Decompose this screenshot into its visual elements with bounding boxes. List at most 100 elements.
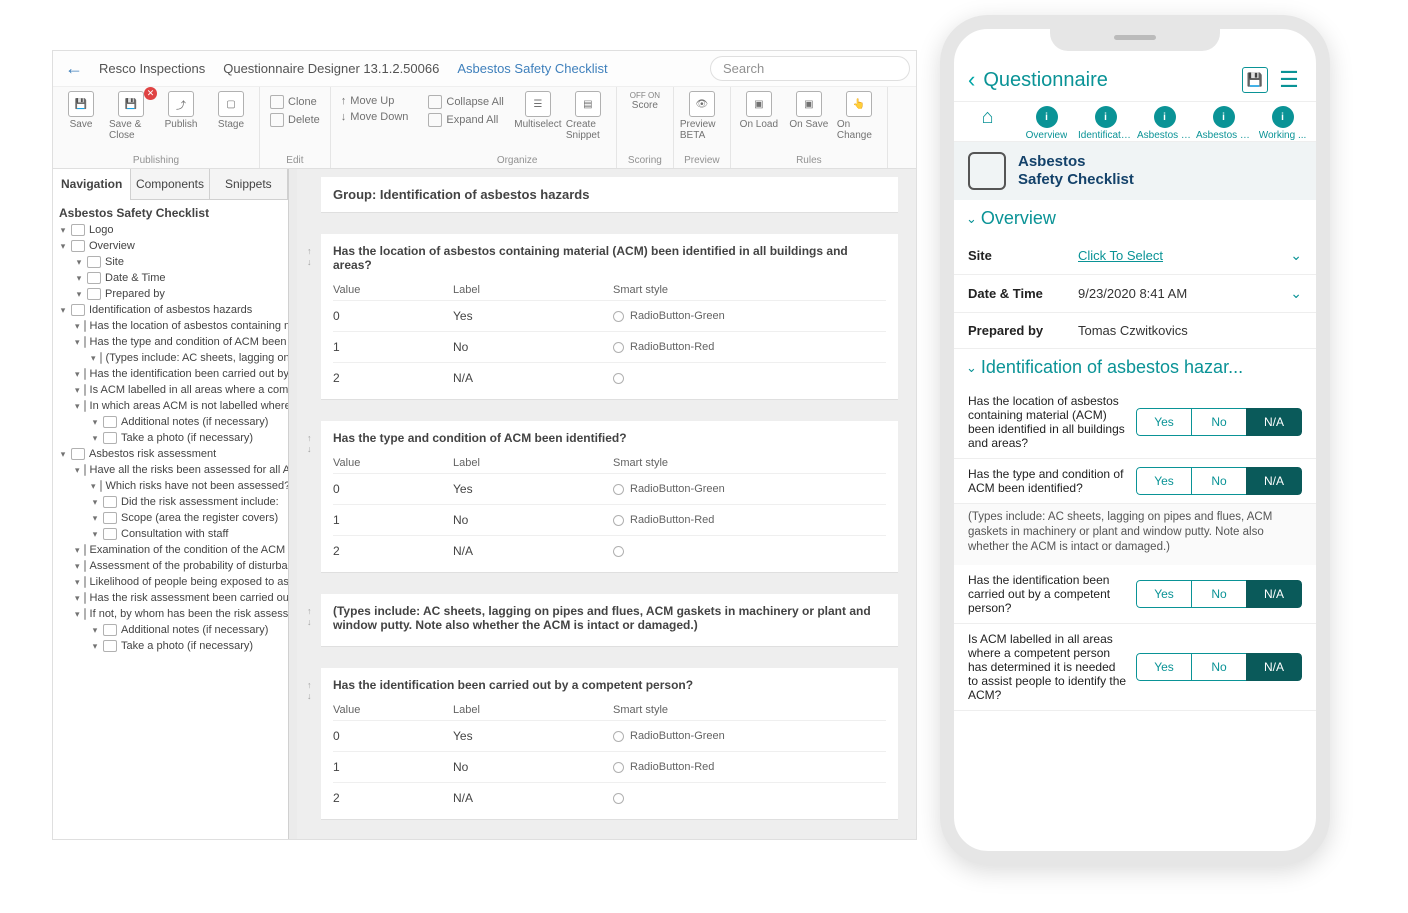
tree-node[interactable]: ▾Prepared by [53,286,288,302]
field-date[interactable]: Date & Time9/23/2020 8:41 AM⌄ [954,275,1316,313]
tree-node[interactable]: ▾Is ACM labelled in all areas where a co… [53,382,288,398]
onsave-button[interactable]: ▣On Save [787,91,831,141]
preview-button[interactable]: 👁Preview BETA [680,91,724,141]
tree-toggle-icon[interactable]: ▾ [59,449,67,460]
segment-yes[interactable]: Yes [1136,467,1192,495]
segment-n/a[interactable]: N/A [1246,408,1302,436]
segment-yes[interactable]: Yes [1136,408,1192,436]
phone-tab[interactable]: iWorking ... [1255,106,1310,141]
question-card[interactable]: ↑↓(Types include: AC sheets, lagging on … [321,594,898,646]
collapse-all-button[interactable]: Collapse All [428,95,503,109]
tree-node[interactable]: ▾Logo [53,222,288,238]
phone-tab[interactable]: iAsbestos re... [1196,106,1251,141]
tree-toggle-icon[interactable]: ▾ [75,561,80,572]
breadcrumb-app[interactable]: Resco Inspections [99,61,205,76]
tree-node[interactable]: ▾In which areas ACM is not labelled wher… [53,398,288,414]
tree-toggle-icon[interactable]: ▾ [91,353,96,364]
tab-components[interactable]: Components [131,169,209,200]
option-row[interactable]: 1NoRadioButton-Red [333,504,886,535]
segment-no[interactable]: No [1191,408,1247,436]
tree-toggle-icon[interactable]: ▾ [59,225,67,236]
tree-node[interactable]: ▾Examination of the condition of the ACM… [53,542,288,558]
breadcrumb-entity[interactable]: Asbestos Safety Checklist [457,61,607,76]
tree-toggle-icon[interactable]: ▾ [91,417,99,428]
tree-node[interactable]: ▾Site [53,254,288,270]
resizer-handle[interactable] [289,169,297,839]
tab-snippets[interactable]: Snippets [210,169,288,200]
create-snippet-button[interactable]: ▤Create Snippet [566,91,610,141]
segment-no[interactable]: No [1191,580,1247,608]
tree-node[interactable]: ▾Date & Time [53,270,288,286]
tree-node[interactable]: ▾Additional notes (if necessary) [53,414,288,430]
tree-toggle-icon[interactable]: ▾ [75,545,80,556]
option-row[interactable]: 1NoRadioButton-Red [333,751,886,782]
phone-save-icon[interactable]: 💾 [1242,67,1268,93]
expand-all-button[interactable]: Expand All [428,113,503,127]
option-row[interactable]: 0YesRadioButton-Green [333,720,886,751]
phone-tab[interactable]: iIdentification... [1078,106,1133,141]
tree-toggle-icon[interactable]: ▾ [91,513,99,524]
onchange-button[interactable]: 👆On Change [837,91,881,141]
segment-no[interactable]: No [1191,653,1247,681]
tree-node[interactable]: ▾Take a photo (if necessary) [53,638,288,654]
tree-node[interactable]: ▾(Types include: AC sheets, lagging on [53,350,288,366]
save-button[interactable]: 💾Save [59,91,103,141]
segment-n/a[interactable]: N/A [1246,580,1302,608]
clone-button[interactable]: Clone [270,95,320,109]
multiselect-button[interactable]: ☰Multiselect [516,91,560,141]
tree-toggle-icon[interactable]: ▾ [59,305,67,316]
move-up-button[interactable]: ↑Move Up [341,95,409,107]
tree-node[interactable]: ▾If not, by whom has been the risk asses… [53,606,288,622]
phone-section-overview[interactable]: ⌄Overview [954,200,1316,237]
tree-toggle-icon[interactable]: ▾ [91,641,99,652]
tree-toggle-icon[interactable]: ▾ [75,401,80,412]
tree-toggle-icon[interactable]: ▾ [59,241,67,252]
tree-node[interactable]: ▾Consultation with staff [53,526,288,542]
tree-toggle-icon[interactable]: ▾ [75,577,80,588]
tree-toggle-icon[interactable]: ▾ [75,609,80,620]
field-site[interactable]: SiteClick To Select⌄ [954,237,1316,275]
tree-toggle-icon[interactable]: ▾ [75,321,80,332]
tree-toggle-icon[interactable]: ▾ [75,273,83,284]
question-card[interactable]: ↑↓Has the location of asbestos containin… [321,234,898,399]
option-row[interactable]: 1NoRadioButton-Red [333,331,886,362]
option-row[interactable]: 2N/A [333,535,886,566]
tree-toggle-icon[interactable]: ▾ [75,337,80,348]
phone-section-ident[interactable]: ⌄Identification of asbestos hazar... [954,349,1316,386]
option-row[interactable]: 0YesRadioButton-Green [333,300,886,331]
phone-tab[interactable]: ⌂ [960,106,1015,141]
tab-navigation[interactable]: Navigation [53,169,131,200]
tree-toggle-icon[interactable]: ▾ [91,497,99,508]
tree-toggle-icon[interactable]: ▾ [75,593,80,604]
move-down-button[interactable]: ↓Move Down [341,111,409,123]
tree-toggle-icon[interactable]: ▾ [75,369,80,380]
segment-no[interactable]: No [1191,467,1247,495]
back-arrow-icon[interactable]: ← [65,58,83,79]
phone-back-icon[interactable]: ‹ [968,67,975,93]
drag-arrows-icon[interactable]: ↑↓ [307,680,312,701]
question-card[interactable]: ↑↓Has the identification been carried ou… [321,668,898,819]
segment-yes[interactable]: Yes [1136,580,1192,608]
tree-toggle-icon[interactable]: ▾ [75,385,80,396]
tree-toggle-icon[interactable]: ▾ [75,465,80,476]
tree-node[interactable]: ▾Asbestos risk assessment [53,446,288,462]
tree-node[interactable]: ▾Likelihood of people being exposed to a… [53,574,288,590]
option-row[interactable]: 2N/A [333,782,886,813]
drag-arrows-icon[interactable]: ↑↓ [307,246,312,267]
phone-tab[interactable]: iAsbestos ris... [1137,106,1192,141]
tree-node[interactable]: ▾Have all the risks been assessed for al… [53,462,288,478]
phone-tabs[interactable]: ⌂iOverviewiIdentification...iAsbestos ri… [954,102,1316,142]
segment-n/a[interactable]: N/A [1246,467,1302,495]
tree-node[interactable]: ▾Which risks have not been assessed? [53,478,288,494]
option-row[interactable]: 0YesRadioButton-Green [333,473,886,504]
stage-button[interactable]: ▢Stage [209,91,253,141]
publish-button[interactable]: ⤴Publish [159,91,203,141]
tree-node[interactable]: ▾Identification of asbestos hazards [53,302,288,318]
tree-node[interactable]: ▾Has the risk assessment been carried ou… [53,590,288,606]
tree-toggle-icon[interactable]: ▾ [75,289,83,300]
tree-node[interactable]: ▾Overview [53,238,288,254]
question-card[interactable]: ↑↓Has the type and condition of ACM been… [321,421,898,572]
save-close-button[interactable]: 💾✕Save & Close [109,91,153,141]
tree-toggle-icon[interactable]: ▾ [75,257,83,268]
tree-node[interactable]: ▾Has the location of asbestos containing… [53,318,288,334]
